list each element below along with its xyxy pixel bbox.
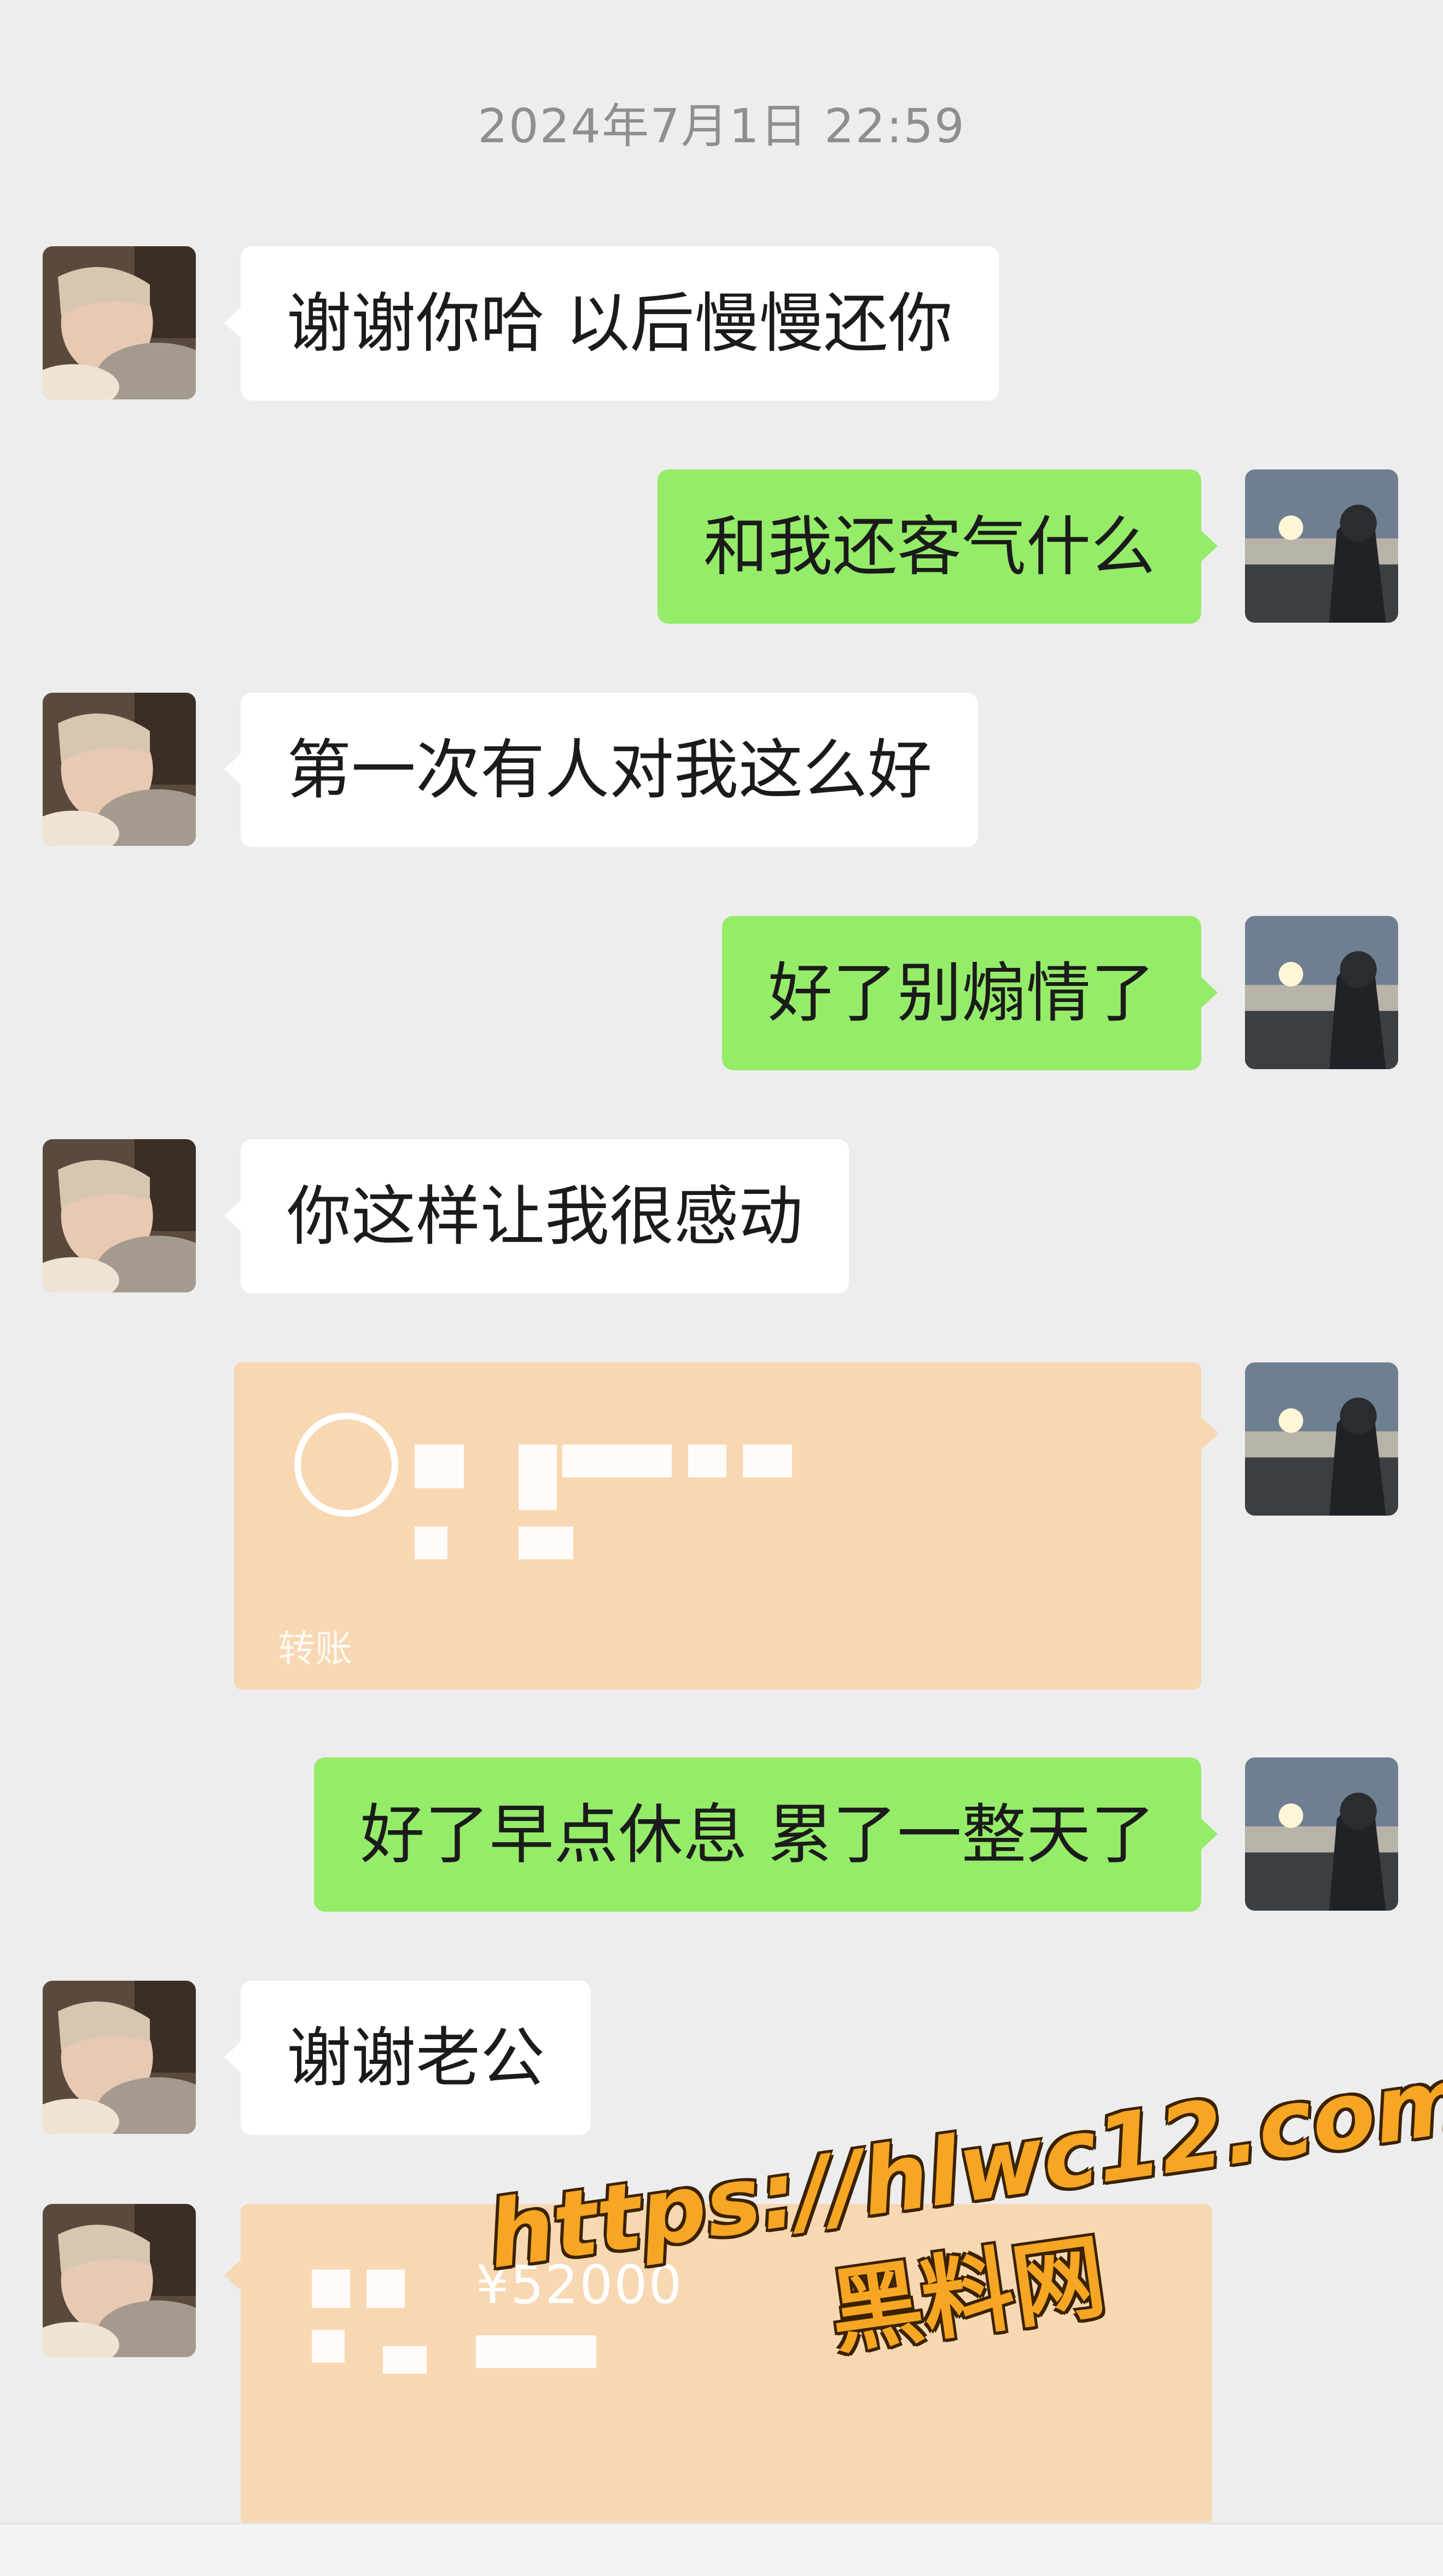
transfer-label: 转账 [278, 1628, 353, 1671]
watermark: https://hlwc12.com 黑料网 [481, 2045, 1443, 2486]
bubble-tail [1201, 1417, 1219, 1450]
contact-avatar[interactable] [43, 2204, 196, 2357]
message-bubble-incoming[interactable]: 谢谢老公 [224, 1981, 591, 2135]
message-timestamp: 2024年7月1日 22:59 [478, 99, 965, 154]
message-bubble-incoming[interactable]: 第一次有人对我这么好 [224, 693, 979, 847]
user-avatar[interactable] [1245, 469, 1398, 623]
message-bubble-outgoing[interactable]: 好了别煽情了 [722, 916, 1218, 1070]
contact-avatar[interactable] [43, 1981, 196, 2134]
blurred-text [312, 2330, 345, 2363]
bubble-tail [224, 2259, 242, 2291]
user-avatar[interactable] [1245, 916, 1398, 1069]
contact-avatar[interactable] [43, 693, 196, 846]
user-avatar[interactable] [1245, 1362, 1398, 1516]
chat-view: 2024年7月1日 22:59 谢谢你哈 以后慢慢还你 和我还客气什么 第一次有… [0, 0, 1443, 2576]
blurred-text [743, 1444, 792, 1477]
blurred-text [312, 2270, 350, 2308]
transfer-card-outgoing[interactable]: 转账 [234, 1362, 1201, 1690]
blurred-text [415, 1527, 447, 1559]
blurred-text [519, 1527, 573, 1559]
contact-avatar[interactable] [43, 246, 196, 399]
message-bubble-incoming[interactable]: 你这样让我很感动 [224, 1139, 849, 1293]
blurred-text [688, 1444, 726, 1477]
transfer-icon [294, 1413, 398, 1517]
blurred-text [415, 1444, 464, 1488]
blurred-text [366, 2270, 405, 2308]
contact-avatar[interactable] [43, 1139, 196, 1292]
message-bubble-incoming[interactable]: 谢谢你哈 以后慢慢还你 [224, 246, 999, 401]
message-bubble-outgoing[interactable]: 和我还客气什么 [657, 469, 1218, 624]
blurred-text [519, 1444, 557, 1510]
message-bubble-outgoing[interactable]: 好了早点休息 累了一整天了 [314, 1757, 1218, 1912]
user-avatar[interactable] [1245, 1757, 1398, 1911]
blurred-text [562, 1444, 672, 1477]
input-bar [0, 2522, 1443, 2576]
blurred-text [383, 2346, 427, 2374]
